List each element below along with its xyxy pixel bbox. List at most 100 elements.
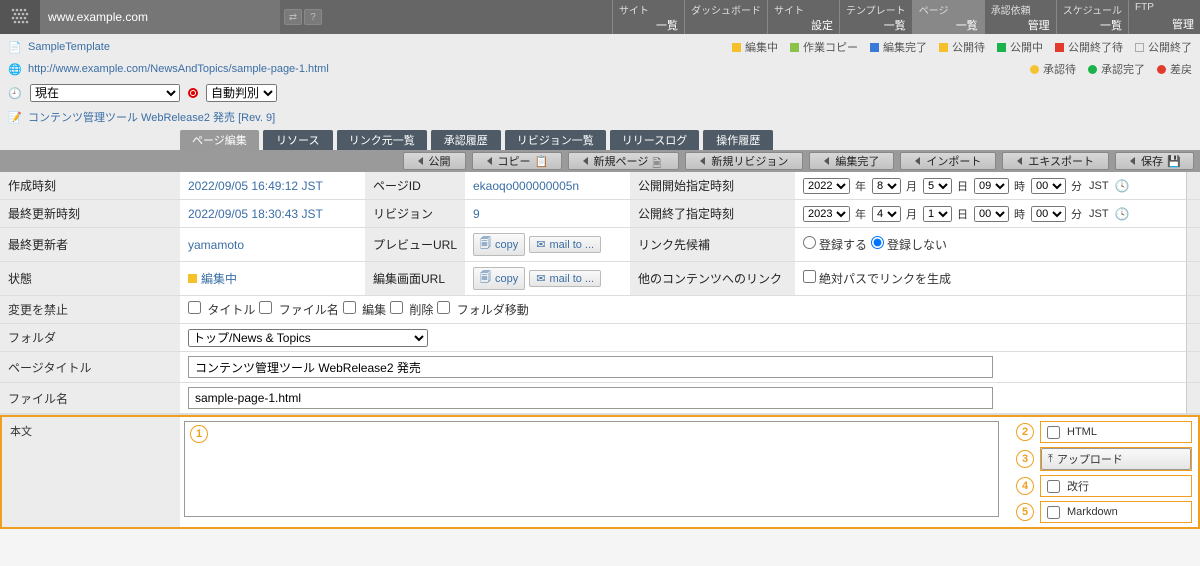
time-select[interactable]: 現在 (30, 84, 180, 102)
pubstart-year[interactable]: 2022 (803, 178, 850, 194)
app-logo (0, 0, 40, 34)
top-tab-approvals[interactable]: 承認依頼管理 (984, 0, 1056, 34)
pubend-controls: 2023年 4月 1日 00時 00分 JST🕓 (795, 200, 1186, 228)
top-tab-templates[interactable]: テンプレート一覧 (839, 0, 912, 34)
mail-icon: ✉ (536, 238, 545, 251)
pubstart-min[interactable]: 00 (1031, 178, 1066, 194)
pubstart-controls: 2022年 8月 5日 09時 00分 JST🕓 (795, 172, 1186, 200)
approval-legend: 承認待 承認完了 差戻 (1030, 61, 1192, 77)
clock-icon[interactable]: 🕓 (1115, 207, 1130, 221)
pubend-hour[interactable]: 00 (974, 206, 1009, 222)
top-tab-dashboard[interactable]: ダッシュボード (684, 0, 767, 34)
upload-button[interactable]: ⤒アップロード (1041, 448, 1191, 470)
created-label: 作成時刻 (0, 172, 180, 200)
copy-button[interactable]: コピー📋 (472, 152, 562, 170)
html-checkbox-row[interactable]: HTML (1040, 421, 1192, 443)
pubstart-hour[interactable]: 09 (974, 178, 1009, 194)
toolbar: 公開 コピー📋 新規ページ🗎 新規リビジョン 編集完了 インポート エキスポート… (0, 150, 1200, 172)
preview-url-actions: 🗐copy ✉mail to ... (465, 228, 630, 262)
lock-title[interactable]: タイトル (188, 301, 255, 318)
page-icon: 📝 (8, 110, 22, 124)
page-title-input[interactable] (188, 356, 993, 378)
body-label: 本文 (0, 415, 180, 529)
topbar: www.example.com ⇄ ? サイト一覧 ダッシュボード サイト設定 … (0, 0, 1200, 34)
updater-value: yamamoto (180, 228, 365, 262)
top-tab-site-settings[interactable]: サイト設定 (767, 0, 839, 34)
page-tabs: ページ編集 リソース リンク元一覧 承認履歴 リビジョン一覧 リリースログ 操作… (0, 130, 1200, 150)
tab-page-edit[interactable]: ページ編集 (180, 130, 259, 150)
lock-label: 変更を禁止 (0, 296, 180, 324)
annotation-1: 1 (190, 425, 208, 443)
linkcand-radios: 登録する 登録しない (795, 228, 1186, 262)
clipboard-icon: 📋 (535, 155, 547, 167)
export-button[interactable]: エキスポート (1002, 152, 1109, 170)
body-side-panel: 2 HTML 3 ⤒アップロード 4 改行 5 Markdown (1010, 415, 1200, 529)
otherlink-label: 他のコンテンツへのリンク (630, 262, 795, 296)
tab-op-hist[interactable]: 操作履歴 (703, 130, 773, 150)
pubstart-label: 公開開始指定時刻 (630, 172, 795, 200)
pubend-label: 公開終了指定時刻 (630, 200, 795, 228)
page-url: http://www.example.com/NewsAndTopics/sam… (28, 63, 329, 75)
editurl-mailto-button[interactable]: ✉mail to ... (529, 270, 601, 287)
clock-icon[interactable]: 🕓 (1115, 179, 1130, 193)
body-textarea[interactable] (184, 421, 999, 517)
tab-link-src[interactable]: リンク元一覧 (337, 130, 427, 150)
pubstart-day[interactable]: 5 (923, 178, 952, 194)
tab-approval-hist[interactable]: 承認履歴 (431, 130, 501, 150)
annotation-5: 5 (1016, 503, 1034, 521)
pubend-month[interactable]: 4 (872, 206, 901, 222)
updated-value: 2022/09/05 18:30:43 JST (180, 200, 365, 228)
lock-edit[interactable]: 編集 (343, 301, 386, 318)
top-tab-pages[interactable]: ページ一覧 (912, 0, 984, 34)
swap-icon[interactable]: ⇄ (284, 9, 302, 25)
page-title-label: ページタイトル (0, 352, 180, 383)
reg-no[interactable]: 登録しない (871, 236, 947, 253)
revision-line: コンテンツ管理ツール WebRelease2 発売 [Rev. 9] (28, 109, 275, 125)
tab-resource[interactable]: リソース (263, 130, 333, 150)
preview-copy-button[interactable]: 🗐copy (473, 233, 525, 256)
preview-mailto-button[interactable]: ✉mail to ... (529, 236, 601, 253)
pubend-day[interactable]: 1 (923, 206, 952, 222)
help-icon[interactable]: ? (304, 9, 322, 25)
top-tab-site-list[interactable]: サイト一覧 (612, 0, 684, 34)
abs-path-checkbox[interactable]: 絶対パスでリンクを生成 (803, 270, 951, 287)
folder-select[interactable]: トップ/News & Topics (188, 329, 428, 347)
new-page-button[interactable]: 新規ページ🗎 (568, 152, 680, 170)
updater-label: 最終更新者 (0, 228, 180, 262)
tab-revisions[interactable]: リビジョン一覧 (505, 130, 606, 150)
br-checkbox-row[interactable]: 改行 (1040, 475, 1192, 497)
created-value: 2022/09/05 16:49:12 JST (180, 172, 365, 200)
lock-foldermove[interactable]: フォルダ移動 (437, 301, 528, 318)
new-revision-button[interactable]: 新規リビジョン (685, 152, 803, 170)
save-icon: 💾 (1167, 155, 1179, 167)
filename-label: ファイル名 (0, 383, 180, 414)
rev-value: 9 (465, 200, 630, 228)
record-icon (188, 88, 198, 98)
mail-icon: ✉ (536, 272, 545, 285)
filename-input[interactable] (188, 387, 993, 409)
editurl-copy-button[interactable]: 🗐copy (473, 267, 525, 290)
save-button[interactable]: 保存💾 (1115, 152, 1194, 170)
preview-url-label: プレビューURL (365, 228, 465, 262)
pubend-min[interactable]: 00 (1031, 206, 1066, 222)
top-tab-ftp[interactable]: FTP管理 (1128, 0, 1200, 34)
import-button[interactable]: インポート (900, 152, 996, 170)
top-tab-schedule[interactable]: スケジュール一覧 (1056, 0, 1128, 34)
lock-filename[interactable]: ファイル名 (259, 301, 338, 318)
tab-release-log[interactable]: リリースログ (610, 130, 699, 150)
pubstart-month[interactable]: 8 (872, 178, 901, 194)
pubend-year[interactable]: 2023 (803, 206, 850, 222)
template-icon: 📄 (8, 40, 22, 54)
upload-icon: ⤒ (1048, 453, 1053, 466)
publish-button[interactable]: 公開 (403, 152, 466, 170)
body-row: 本文 1 2 HTML 3 ⤒アップロード 4 改行 5 Markdown (0, 414, 1200, 529)
lock-delete[interactable]: 削除 (390, 301, 433, 318)
markdown-checkbox-row[interactable]: Markdown (1040, 501, 1192, 523)
edit-done-button[interactable]: 編集完了 (809, 152, 894, 170)
copy-icon: 🗐 (480, 235, 491, 254)
encoding-select[interactable]: 自動判別 (206, 84, 277, 102)
info-panel: 📄 SampleTemplate 編集中 作業コピー 編集完了 公開待 公開中 … (0, 34, 1200, 130)
site-url: www.example.com (40, 0, 280, 34)
reg-yes[interactable]: 登録する (803, 236, 867, 253)
linkcand-label: リンク先候補 (630, 228, 795, 262)
